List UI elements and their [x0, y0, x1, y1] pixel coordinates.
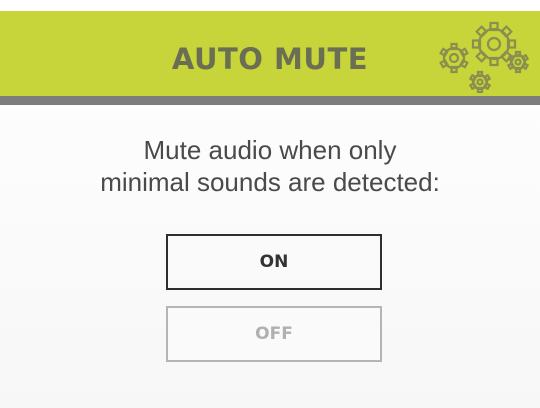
gears-icon[interactable]	[432, 14, 532, 96]
off-button[interactable]: OFF	[166, 306, 382, 362]
header-divider	[0, 96, 540, 105]
top-strip	[0, 0, 540, 11]
auto-mute-description: Mute audio when only minimal sounds are …	[0, 134, 540, 198]
on-button[interactable]: ON	[166, 234, 382, 290]
auto-mute-screen: AUTO MUTE Mute audio when only minimal s…	[0, 0, 540, 408]
description-line-1: Mute audio when only	[143, 135, 397, 165]
description-line-2: minimal sounds are detected:	[100, 167, 440, 197]
